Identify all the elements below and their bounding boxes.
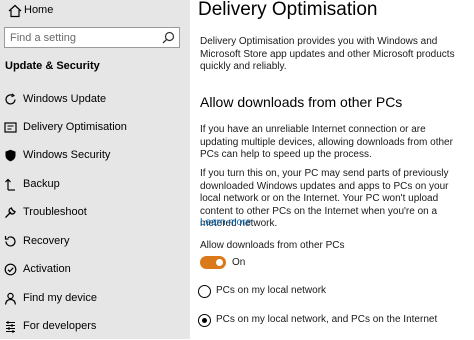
search-input[interactable] (5, 28, 160, 47)
radio-label: PCs on my local network (216, 285, 327, 296)
section-title: Update & Security (5, 60, 100, 72)
person-location-icon (4, 292, 17, 305)
shield-icon (5, 149, 16, 162)
toggle-state-label: On (232, 257, 246, 268)
sidebar-item-label: For developers (23, 320, 97, 332)
search-icon[interactable] (162, 31, 175, 44)
sidebar-item-label: Activation (23, 263, 71, 275)
sidebar-item-windows-update[interactable]: Windows Update (0, 87, 190, 113)
allow-downloads-toggle[interactable] (200, 256, 226, 269)
sidebar-item-find-my-device[interactable]: Find my device (0, 286, 190, 312)
sidebar-item-label: Delivery Optimisation (23, 121, 127, 133)
sidebar-item-label: Windows Update (23, 93, 107, 105)
search-box (4, 27, 180, 48)
page-title: Delivery Optimisation (198, 0, 378, 20)
learn-more-link[interactable]: Learn more (200, 217, 251, 228)
sidebar-item-backup[interactable]: Backup (0, 172, 190, 198)
radio-button[interactable] (198, 285, 211, 298)
delivery-icon (4, 122, 17, 133)
intro-text: Delivery Optimisation provides you with … (200, 36, 455, 72)
home-nav-item[interactable]: Home (0, 0, 190, 24)
radio-dot (201, 317, 207, 323)
wrench-icon (5, 207, 16, 218)
sidebar-item-for-developers[interactable]: For developers (0, 314, 190, 340)
sidebar-item-label: Windows Security (23, 149, 111, 161)
sidebar-item-label: Find my device (23, 292, 97, 304)
toggle-knob (216, 259, 223, 266)
sidebar-item-windows-security[interactable]: Windows Security (0, 143, 190, 169)
backup-arrow-icon (5, 178, 15, 191)
sidebar-item-label: Backup (23, 178, 60, 190)
recovery-icon (4, 236, 16, 247)
description-text-1: If you have an unreliable Internet conne… (200, 124, 453, 160)
home-label: Home (24, 4, 54, 16)
sidebar-item-label: Recovery (23, 235, 70, 247)
sidebar-item-delivery-optimisation[interactable]: Delivery Optimisation (0, 115, 190, 141)
toggle-label: Allow downloads from other PCs (200, 240, 345, 251)
home-icon (8, 4, 22, 18)
sidebar: Home Update & Security Windows Update De… (0, 0, 190, 339)
radio-button-selected[interactable] (198, 314, 211, 327)
check-circle-icon (4, 263, 17, 276)
main-content: Delivery Optimisation Delivery Optimisat… (190, 0, 474, 339)
sidebar-item-recovery[interactable]: Recovery (0, 229, 190, 255)
sidebar-item-label: Troubleshoot (23, 206, 87, 218)
radio-label: PCs on my local network, and PCs on the … (216, 314, 438, 325)
sidebar-item-troubleshoot[interactable]: Troubleshoot (0, 200, 190, 226)
developer-bars-icon (6, 321, 15, 333)
sync-icon (5, 93, 16, 105)
sidebar-item-activation[interactable]: Activation (0, 257, 190, 283)
section-heading: Allow downloads from other PCs (200, 94, 403, 110)
